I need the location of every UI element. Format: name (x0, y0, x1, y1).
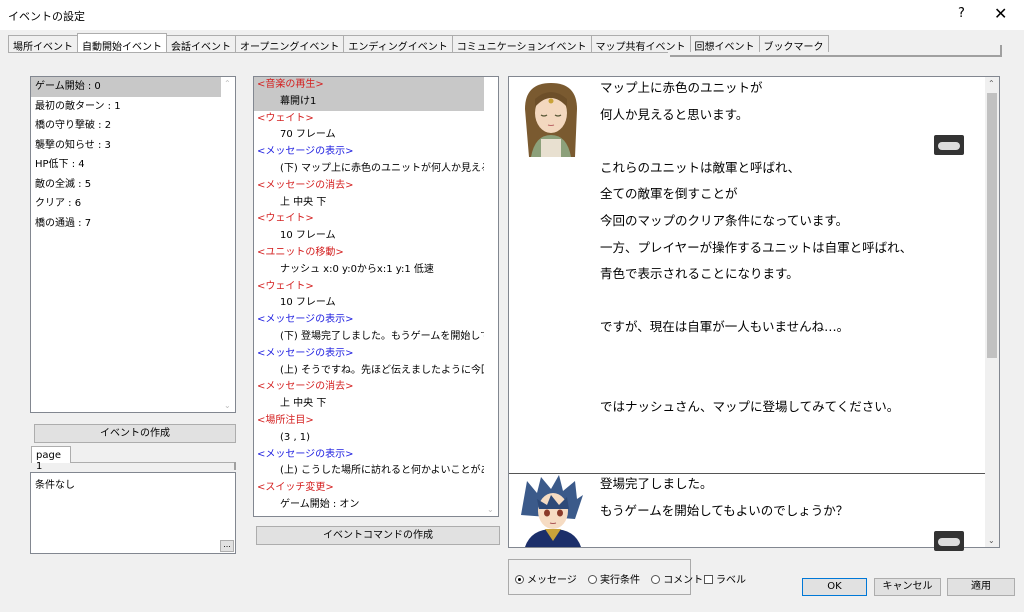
command-item[interactable]: <メッセージの表示> (254, 312, 485, 329)
tab-opening-event[interactable]: オープニングイベント (235, 35, 345, 53)
command-item[interactable]: 上 中央 下 (254, 396, 485, 413)
command-item[interactable]: (下) マップ上に赤色のユニットが何人か見えると思いま (254, 161, 485, 178)
message-text-upper: マップ上に赤色のユニットが 何人か見えると思います。 これらのユニットは敵軍と呼… (600, 80, 913, 415)
event-list-item[interactable]: 襲撃の知らせ : 3 (31, 136, 235, 156)
window-title: イベントの設定 (8, 10, 85, 23)
create-command-button[interactable]: イベントコマンドの作成 (256, 526, 500, 545)
command-item[interactable]: <メッセージの表示> (254, 346, 485, 363)
event-list-item[interactable]: 橋の通過 : 7 (31, 214, 235, 234)
radio-message[interactable]: メッセージ (515, 575, 577, 586)
command-item[interactable]: <スイッチ変更> (254, 480, 485, 497)
chevron-down-icon[interactable]: ⌄ (487, 505, 494, 514)
event-list-item[interactable]: 最初の敵ターン : 1 (31, 97, 235, 117)
command-list[interactable]: <音楽の再生> 幕開け1 <ウェイト> 70 フレーム <メッセージの表示> (下) マッ… (253, 76, 499, 517)
chevron-down-icon[interactable]: ⌄ (988, 536, 995, 545)
command-item[interactable]: 上 中央 下 (254, 195, 485, 212)
command-item[interactable]: <ウェイト> (254, 279, 485, 296)
event-list-item[interactable]: 橋の守り撃破 : 2 (31, 116, 235, 136)
apply-button[interactable]: 適用 (947, 578, 1015, 596)
message-box-icon (934, 135, 964, 155)
portrait-male (511, 475, 589, 547)
event-list-scrollbar[interactable]: ⌃ ⌄ (221, 77, 235, 412)
radio-comment[interactable]: コメント (651, 575, 703, 586)
message-preview: マップ上に赤色のユニットが 何人か見えると思います。 これらのユニットは敵軍と呼… (508, 76, 1000, 551)
tab-location-event[interactable]: 場所イベント (8, 35, 78, 53)
command-item[interactable]: <ユニットの移動> (254, 245, 485, 262)
help-button[interactable]: ? (958, 6, 965, 21)
scrollbar-thumb[interactable] (987, 93, 997, 358)
close-button[interactable]: ✕ (994, 4, 1007, 23)
event-list[interactable]: ゲーム開始 : 0 最初の敵ターン : 1 橋の守り撃破 : 2 襲撃の知らせ … (30, 76, 236, 413)
condition-text: 条件なし (35, 480, 75, 491)
command-item[interactable]: <ウェイト> (254, 211, 485, 228)
event-list-item[interactable]: クリア : 6 (31, 194, 235, 214)
chevron-up-icon[interactable]: ⌃ (988, 79, 995, 88)
tab-panel-edge (670, 45, 1002, 57)
tab-communication-event[interactable]: コミュニケーションイベント (451, 35, 592, 53)
page-tab-line (71, 462, 236, 463)
view-option-group: メッセージ 実行条件 コメント (508, 559, 703, 595)
command-item[interactable]: (上) こうした場所に訪れると何かよいことがあるかもしれ (254, 463, 485, 480)
cancel-button[interactable]: キャンセル (874, 578, 941, 596)
command-item[interactable]: ゲーム開始 : オン (254, 497, 485, 514)
command-item[interactable]: <メッセージの表示> (254, 144, 485, 161)
create-event-button[interactable]: イベントの作成 (34, 424, 236, 443)
command-item[interactable]: <メッセージの表示> (254, 447, 485, 464)
title-bar: イベントの設定 ? ✕ (0, 0, 1024, 30)
event-list-item[interactable]: HP低下 : 4 (31, 155, 235, 175)
preview-scrollbar[interactable]: ⌃ ⌄ (985, 77, 999, 547)
command-item[interactable]: 10 フレーム (254, 228, 485, 245)
tab-talk-event[interactable]: 会話イベント (166, 35, 236, 53)
tab-ending-event[interactable]: エンディングイベント (343, 35, 453, 53)
command-item[interactable]: <メッセージの消去> (254, 178, 485, 195)
command-item[interactable]: <場所注目> (254, 413, 485, 430)
tab-underline (8, 52, 668, 53)
command-item[interactable]: 10 フレーム (254, 295, 485, 312)
chevron-down-icon[interactable]: ⌄ (224, 401, 231, 410)
page-panel-edge (230, 462, 236, 470)
condition-box[interactable]: 条件なし ... (30, 472, 236, 554)
chevron-up-icon[interactable]: ⌃ (224, 79, 231, 88)
label-checkbox[interactable]: ラベル (704, 571, 746, 586)
command-item[interactable]: ナッシュ x:0 y:0からx:1 y:1 低速 (254, 262, 485, 279)
message-text-lower: 登場完了しました。 もうゲームを開始してもよいのでしょうか？ (600, 476, 849, 518)
portrait-female (511, 79, 589, 157)
event-list-item[interactable]: ゲーム開始 : 0 (31, 77, 235, 97)
message-box-icon (934, 531, 964, 551)
ok-button[interactable]: OK (802, 578, 867, 596)
command-item[interactable]: <メッセージの消去> (254, 379, 485, 396)
command-item[interactable]: 幕開け1 (254, 93, 485, 111)
command-list-scrollbar[interactable]: ⌄ (484, 77, 498, 516)
command-item[interactable]: (3 , 1) (254, 430, 485, 447)
command-item[interactable]: <音楽の再生> (254, 77, 485, 94)
event-list-item[interactable]: 敵の全滅 : 5 (31, 175, 235, 195)
page-tab[interactable]: page 1 (31, 446, 71, 472)
command-item[interactable]: (下) 登場完了しました。もうゲームを開始してもよいの (254, 329, 485, 346)
radio-condition[interactable]: 実行条件 (588, 575, 640, 586)
condition-edit-button[interactable]: ... (220, 540, 234, 552)
command-item[interactable]: (上) そうですね。先ほど伝えましたように今回の目的は (254, 363, 485, 380)
command-item[interactable]: 70 フレーム (254, 127, 485, 144)
tab-auto-start-event[interactable]: 自動開始イベント (77, 33, 167, 53)
command-items: <音楽の再生> 幕開け1 <ウェイト> 70 フレーム <メッセージの表示> (下) マッ… (254, 77, 485, 514)
command-item[interactable]: <ウェイト> (254, 111, 485, 128)
